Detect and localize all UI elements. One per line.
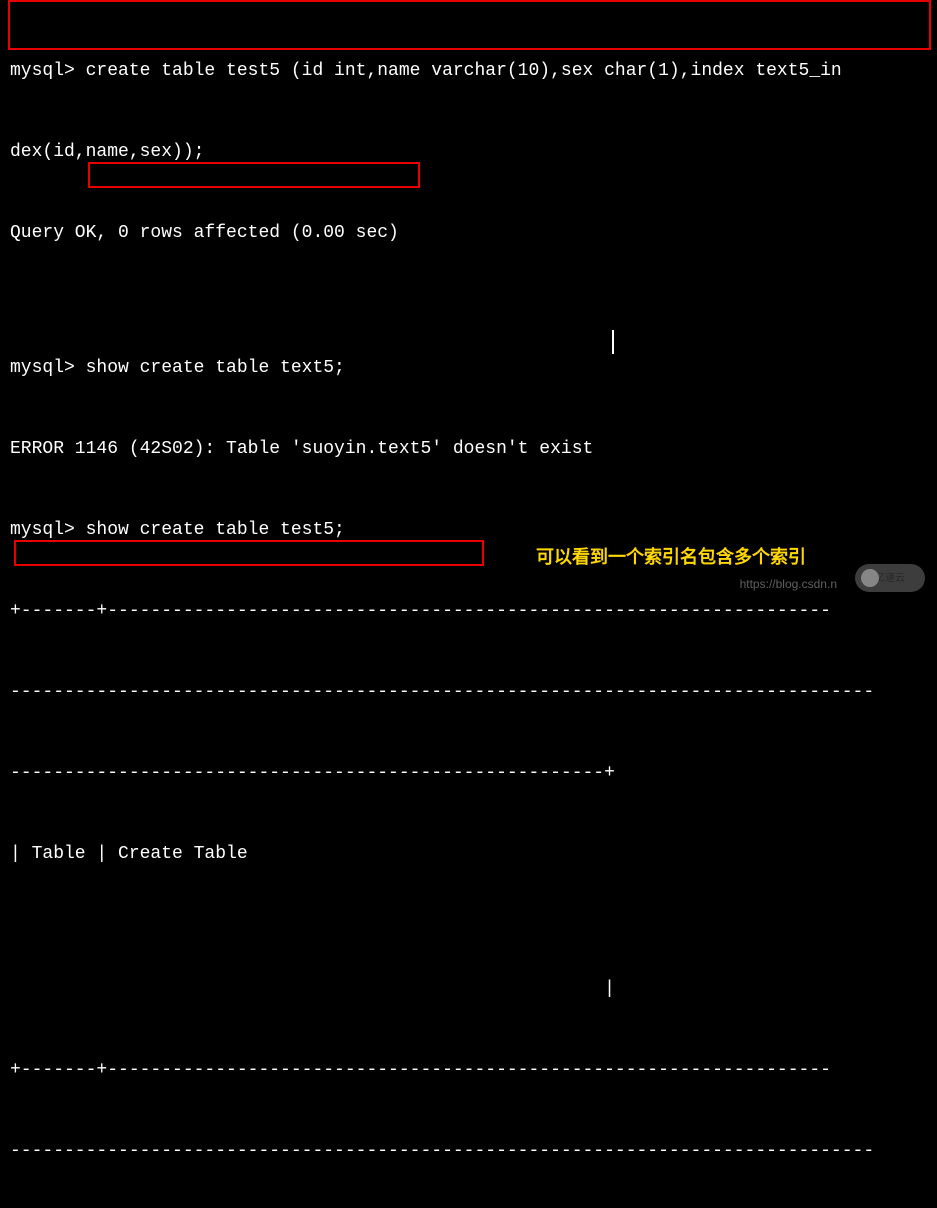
annotation-text: 可以看到一个索引名包含多个索引 [536,544,806,571]
terminal-line: mysql> show create table test5; [10,517,927,544]
logo-text: 亿速云 [875,571,905,586]
terminal-line: ----------------------------------------… [10,679,927,706]
terminal-line: ERROR 1146 (42S02): Table 'suoyin.text5'… [10,436,927,463]
terminal-line: mysql> create table test5 (id int,name v… [10,58,927,85]
terminal-line: | [10,976,927,1003]
terminal-output: mysql> create table test5 (id int,name v… [10,4,927,1208]
terminal-cursor [612,330,614,354]
watermark-text: https://blog.csdn.n [740,575,837,593]
terminal-line: ----------------------------------------… [10,1138,927,1165]
terminal-line: ----------------------------------------… [10,760,927,787]
terminal-line: mysql> show create table text5; [10,355,927,382]
brand-logo: 亿速云 [855,564,925,592]
terminal-line: +-------+-------------------------------… [10,598,927,625]
cloud-icon [861,569,879,587]
terminal-line: Query OK, 0 rows affected (0.00 sec) [10,220,927,247]
terminal-line: +-------+-------------------------------… [10,1057,927,1084]
terminal-line: dex(id,name,sex)); [10,139,927,166]
terminal-line: | Table | Create Table [10,841,927,868]
